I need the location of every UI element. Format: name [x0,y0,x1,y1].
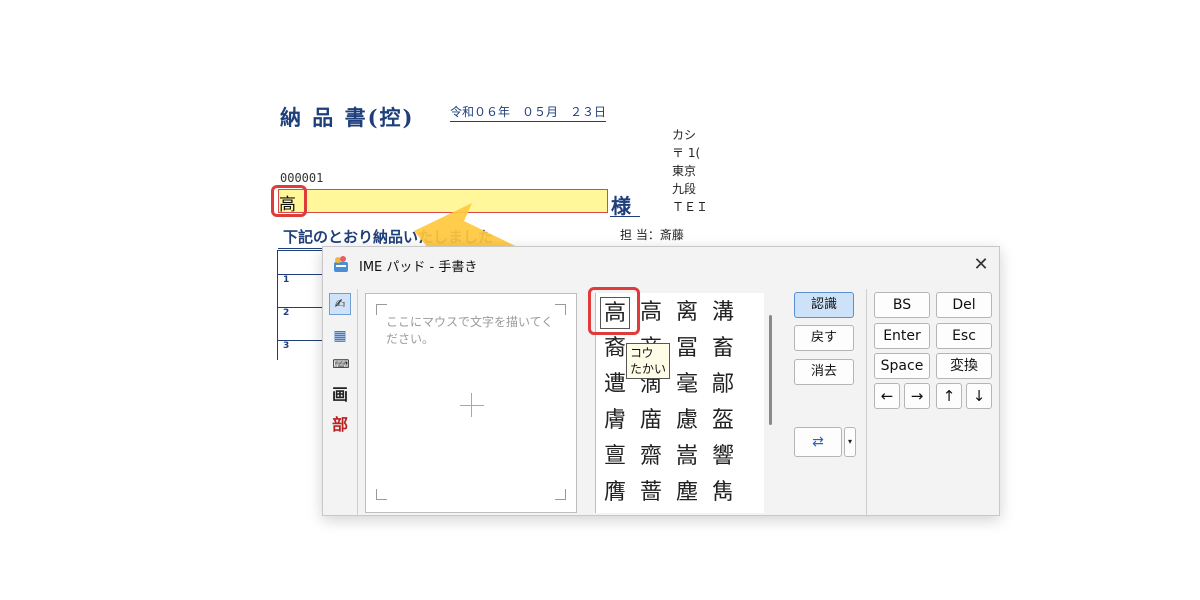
ime-pad-window: IME パッド - 手書き ✕ ✍ ▦ ⌨ 画 部 ここにマウスで文字を描いてく… [322,246,1000,516]
customer-code: 000001 [280,171,324,185]
candidate-char[interactable]: 膺 [600,477,630,509]
right-arrow-icon[interactable]: → [904,383,930,409]
candidate-char[interactable]: 盔 [708,405,738,437]
space-key[interactable]: Space [874,353,930,379]
document-date: 令和０６年 ０５月 ２３日 [450,103,607,122]
convert-key[interactable]: 変換 [936,353,992,379]
handwriting-hint: ここにマウスで文字を描いてください。 [386,315,554,346]
recognize-button[interactable]: 認識 [794,292,854,318]
detail-table: 1 2 3 [277,250,323,360]
close-icon[interactable]: ✕ [969,253,993,277]
soft-keyboard-icon[interactable]: ⌨ [329,353,351,375]
honorific-underline [610,216,640,217]
left-arrow-icon[interactable]: ← [874,383,900,409]
options-dropdown-icon[interactable]: ▾ [844,427,856,457]
ime-pad-app-icon [334,256,348,272]
row-number: 1 [283,275,290,285]
row-number: 2 [283,308,290,318]
candidate-char[interactable]: 齋 [636,441,666,473]
candidate-char[interactable]: 离 [672,297,702,329]
candidate-char[interactable]: 毫 [672,369,702,401]
company-info: カシ 〒 1( 東京 九段 ＴＥＩ [672,126,706,216]
tooltip-on-reading: コウ [630,346,654,360]
undo-button[interactable]: 戻す [794,325,854,351]
crosshair-icon [471,393,472,417]
candidate-scrollbar[interactable] [769,315,772,425]
company-line: 〒 1( [672,146,701,160]
esc-key[interactable]: Esc [936,323,992,349]
candidate-char[interactable]: 塵 [672,477,702,509]
company-line: 東京 [672,164,697,178]
tooltip-kun-reading: たかい [630,362,667,376]
crosshair-icon [460,405,484,406]
options-icon[interactable]: ⇄ [794,427,842,457]
table-row: 2 [278,307,323,340]
canvas-corner [555,489,566,500]
candidate-char[interactable]: 雋 [708,477,738,509]
ime-titlebar[interactable]: IME パッド - 手書き ✕ [323,247,999,283]
stroke-count-mode-button[interactable]: 画 [329,384,351,406]
candidate-char[interactable]: 膚 [600,405,630,437]
table-row: 1 [278,274,323,307]
down-arrow-icon[interactable]: ↓ [966,383,992,409]
canvas-corner [376,489,387,500]
ime-window-title: IME パッド - 手書き [359,260,478,275]
document-title: 納 品 書(控) [280,105,415,130]
pane-divider [866,289,867,515]
enter-key[interactable]: Enter [874,323,930,349]
handwriting-canvas[interactable]: ここにマウスで文字を描いてください。 [365,293,577,513]
table-header-row [278,250,323,274]
del-key[interactable]: Del [936,292,992,318]
input-highlight-box [271,185,307,217]
reading-tooltip: コウ たかい [626,343,671,379]
candidate-char[interactable]: 畜 [708,333,738,365]
row-number: 3 [283,341,290,351]
candidate-char[interactable]: 高 [636,297,666,329]
candidate-char[interactable]: 蔷 [636,477,666,509]
bs-key[interactable]: BS [874,292,930,318]
ime-mode-toolbar: ✍ ▦ ⌨ 画 部 [323,289,358,515]
handwriting-mode-icon[interactable]: ✍ [329,293,351,315]
candidate-char[interactable]: 溝 [708,297,738,329]
candidate-char[interactable]: 冨 [672,333,702,365]
honorific-label: 様 [611,194,631,218]
candidate-char[interactable]: 慮 [672,405,702,437]
candidate-char[interactable]: 亶 [600,441,630,473]
radical-mode-button[interactable]: 部 [329,414,351,436]
clear-button[interactable]: 消去 [794,359,854,385]
company-line: 九段 [672,182,697,196]
candidate-char[interactable]: 嵩 [672,441,702,473]
company-line: カシ [672,128,697,142]
candidate-char[interactable]: 鄗 [708,369,738,401]
candidate-char[interactable]: 響 [708,441,738,473]
staff-label: 担 当：斎藤 [620,228,684,242]
up-arrow-icon[interactable]: ↑ [936,383,962,409]
company-line: ＴＥＩ [672,200,706,214]
candidate-char[interactable]: 庿 [636,405,666,437]
candidate-highlight-box [588,287,640,335]
character-list-icon[interactable]: ▦ [329,325,351,347]
table-row: 3 [278,340,323,360]
